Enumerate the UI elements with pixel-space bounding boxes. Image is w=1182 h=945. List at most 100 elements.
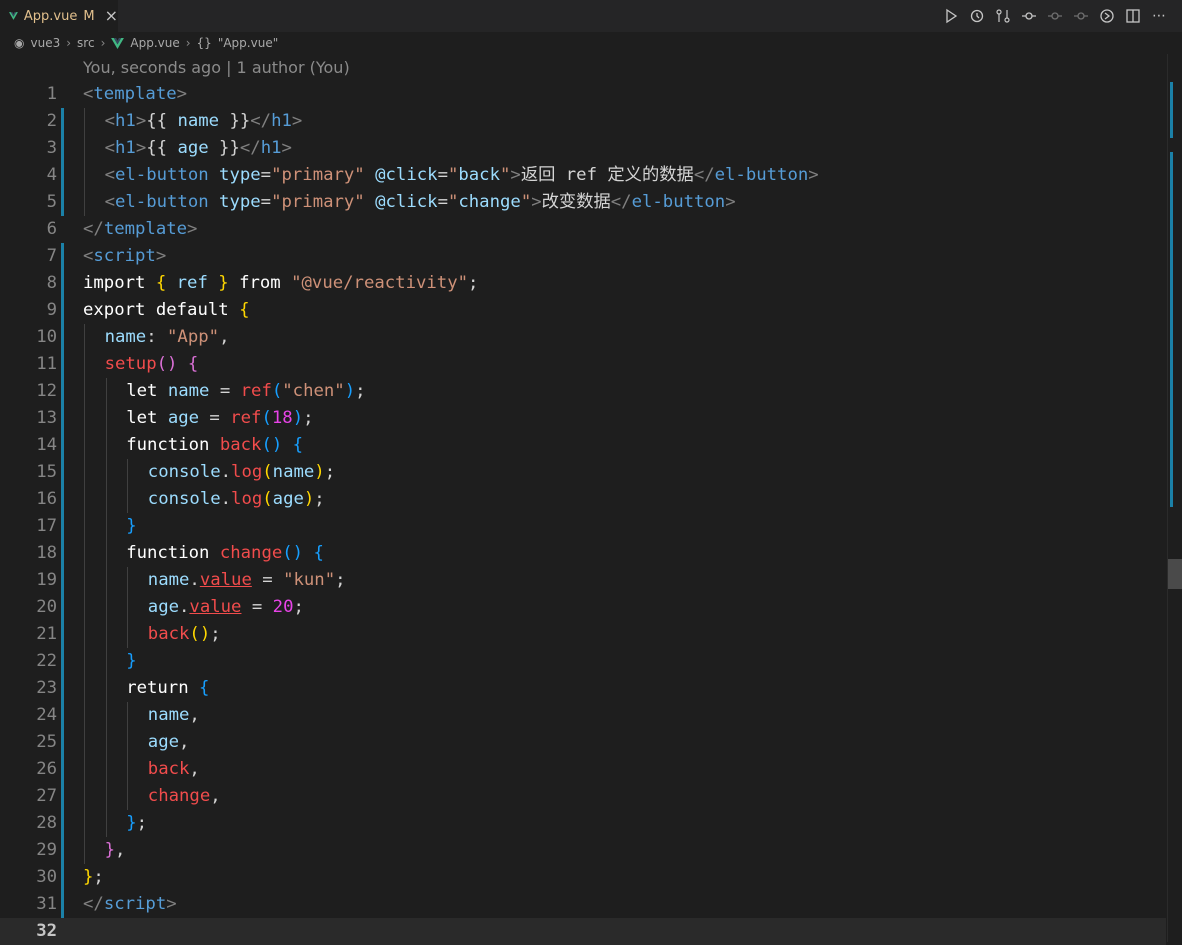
code-line[interactable]: 5 <el-button type="primary" @click="chang… — [0, 189, 1166, 216]
git-change-marker[interactable] — [61, 432, 64, 459]
code-token: > — [281, 138, 292, 158]
git-change-marker[interactable] — [61, 864, 64, 891]
code-line[interactable]: 6 </template> — [0, 216, 1166, 243]
code-line[interactable]: 18 function change() { — [0, 540, 1166, 567]
git-change-marker[interactable] — [61, 702, 64, 729]
code-line[interactable]: 22} — [0, 648, 1166, 675]
git-change-marker[interactable] — [61, 189, 64, 216]
git-change-marker[interactable] — [61, 648, 64, 675]
code-line[interactable]: 30}; — [0, 864, 1166, 891]
code-line[interactable]: 3 <h1>{{ age }}</h1> — [0, 135, 1166, 162]
code-line[interactable]: 19 name.value = "kun"; — [0, 567, 1166, 594]
code-token: change — [219, 543, 283, 563]
code-text: back(); — [148, 621, 221, 648]
git-change-marker[interactable] — [61, 297, 64, 324]
git-change-marker[interactable] — [61, 108, 64, 135]
next-change-icon[interactable] — [1072, 7, 1090, 25]
git-change-marker[interactable] — [61, 540, 64, 567]
git-change-marker[interactable] — [61, 891, 64, 918]
code-token: el-button — [631, 192, 726, 212]
code-line[interactable]: 7 <script> — [0, 243, 1166, 270]
code-line[interactable]: 8 import { ref } from "@vue/reactivity"; — [0, 270, 1166, 297]
code-token: name — [147, 570, 190, 590]
code-token: back — [219, 435, 262, 455]
split-editor-icon[interactable] — [1124, 7, 1142, 25]
run-icon[interactable] — [942, 7, 960, 25]
commit-icon[interactable] — [1020, 7, 1038, 25]
code-line[interactable]: 20 age.value = 20; — [0, 594, 1166, 621]
git-change-marker[interactable] — [61, 243, 64, 270]
git-change-marker[interactable] — [61, 594, 64, 621]
code-line[interactable]: 24 name, — [0, 702, 1166, 729]
git-change-marker[interactable] — [61, 270, 64, 297]
prev-change-icon[interactable] — [1046, 7, 1064, 25]
code-token: el-button — [115, 165, 209, 185]
git-blame-codelens[interactable]: You, seconds ago | 1 author (You) — [83, 58, 350, 77]
git-change-marker[interactable] — [61, 783, 64, 810]
breadcrumb-symbol[interactable]: {} "App.vue" — [197, 36, 279, 50]
code-token: ; — [303, 408, 314, 428]
git-change-marker[interactable] — [61, 756, 64, 783]
more-icon[interactable]: ⋯ — [1150, 7, 1168, 25]
code-line[interactable]: 32 — [0, 918, 1166, 945]
code-line[interactable]: 12 let name = ref("chen"); — [0, 378, 1166, 405]
code-line[interactable]: 2 <h1>{{ name }}</h1> — [0, 108, 1166, 135]
code-line[interactable]: 4 <el-button type="primary" @click="back"… — [0, 162, 1166, 189]
code-line[interactable]: 16 console.log(age); — [0, 486, 1166, 513]
git-change-marker[interactable] — [61, 513, 64, 540]
code-token: . — [220, 462, 232, 482]
git-change-marker[interactable] — [61, 486, 64, 513]
code-line[interactable]: 27 change, — [0, 783, 1166, 810]
code-line[interactable]: 11 setup() { — [0, 351, 1166, 378]
code-line[interactable]: 13 let age = ref(18); — [0, 405, 1166, 432]
code-line[interactable]: 17} — [0, 513, 1166, 540]
line-number: 23 — [36, 678, 57, 698]
breadcrumb-file-app-vue[interactable]: App.vue — [111, 36, 180, 50]
git-change-marker[interactable] — [61, 162, 64, 189]
code-line[interactable]: 10 name: "App", — [0, 324, 1166, 351]
code-line[interactable]: 28}; — [0, 810, 1166, 837]
code-token: } — [83, 867, 94, 887]
git-change-marker[interactable] — [61, 621, 64, 648]
git-change-marker[interactable] — [61, 729, 64, 756]
code-line[interactable]: 15 console.log(name); — [0, 459, 1166, 486]
code-line[interactable]: 31 </script> — [0, 891, 1166, 918]
code-token: , — [189, 759, 200, 779]
breadcrumb-folder-src[interactable]: src — [77, 36, 95, 50]
close-icon[interactable]: × — [105, 8, 118, 24]
git-change-marker[interactable] — [61, 378, 64, 405]
code-token: age — [147, 732, 180, 752]
git-change-marker[interactable] — [61, 351, 64, 378]
code-line[interactable]: 21 back(); — [0, 621, 1166, 648]
line-number: 27 — [36, 786, 57, 806]
git-change-marker[interactable] — [61, 324, 64, 351]
indent-guide — [127, 459, 129, 486]
code-token: ; — [355, 381, 366, 401]
code-line[interactable]: 1 <template> — [0, 81, 1166, 108]
code-line[interactable]: 25 age, — [0, 729, 1166, 756]
code-line[interactable]: 29}, — [0, 837, 1166, 864]
code-editor[interactable]: 1 <template> 2 <h1>{{ name }}</h1> 3 <h1>{{ a… — [0, 81, 1166, 945]
breadcrumb-label: src — [77, 36, 95, 50]
preview-icon[interactable] — [1098, 7, 1116, 25]
git-change-marker[interactable] — [61, 837, 64, 864]
scrollbar-slider[interactable] — [1168, 559, 1182, 589]
git-change-marker[interactable] — [61, 135, 64, 162]
vue-file-icon — [111, 37, 125, 49]
code-line[interactable]: 9 export default { — [0, 297, 1166, 324]
code-line[interactable]: 26 back, — [0, 756, 1166, 783]
code-token: let — [126, 408, 158, 428]
git-change-marker[interactable] — [61, 810, 64, 837]
git-change-marker[interactable] — [61, 459, 64, 486]
compare-icon[interactable] — [994, 7, 1012, 25]
line-number: 24 — [36, 705, 57, 725]
git-change-marker[interactable] — [61, 675, 64, 702]
breadcrumb-folder-vue3[interactable]: ◉ vue3 — [14, 36, 60, 50]
git-change-marker[interactable] — [61, 567, 64, 594]
timeline-icon[interactable] — [968, 7, 986, 25]
code-line[interactable]: 14 function back() { — [0, 432, 1166, 459]
git-change-marker[interactable] — [61, 405, 64, 432]
code-line[interactable]: 23 return { — [0, 675, 1166, 702]
tab-app-vue[interactable]: App.vue M × — [0, 0, 118, 32]
